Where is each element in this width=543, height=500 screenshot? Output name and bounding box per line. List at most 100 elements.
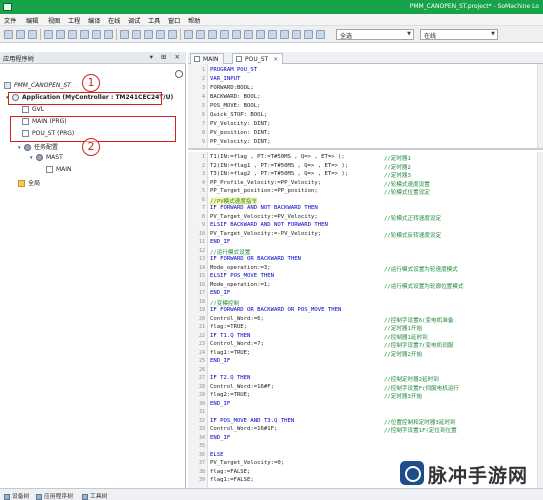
application-tree-icon (36, 493, 42, 500)
code-editor: MAIN POU_ST ✕ 1 PROGRAM POU_ST 2 VAR_INPUT 3 … (188, 52, 543, 488)
line-number: 35 (198, 443, 205, 449)
print-icon[interactable] (4, 30, 13, 39)
menu-help[interactable]: 帮助 (188, 16, 200, 25)
declaration-editor[interactable]: 1 PROGRAM POU_ST 2 VAR_INPUT 3 FORWARD:BOOL;… (188, 64, 543, 150)
code-line: IF POS_MOVE AND T3.Q THEN (210, 417, 295, 424)
vertical-scrollbar[interactable] (537, 152, 543, 488)
code-comment: //控制字设置F(伺服电机运行 (384, 385, 460, 392)
delete-icon[interactable] (104, 30, 113, 39)
code-comment: //控制字设置7(变电机伺服 (384, 343, 454, 349)
menu-edit[interactable]: 编辑 (26, 16, 38, 25)
login-icon[interactable] (156, 30, 165, 39)
vertical-scrollbar[interactable] (537, 64, 543, 148)
search-icon[interactable] (175, 70, 183, 78)
save-icon[interactable] (16, 30, 25, 39)
tab-device-tree[interactable]: 设备树 (4, 491, 29, 500)
tree-item-label: 全局 (28, 180, 41, 187)
network-icon[interactable] (316, 30, 325, 39)
cut-icon[interactable] (68, 30, 77, 39)
tree-item-label: MAST (46, 154, 63, 161)
tab-application-tree[interactable]: 应用程序树 (36, 491, 73, 500)
code-comment: //运行模式设置为轮廓位置模式 (384, 283, 464, 290)
menu-debug[interactable]: 调试 (128, 16, 140, 25)
tree-item-label: 任务配置 (34, 144, 59, 151)
start-icon[interactable] (184, 30, 193, 39)
code-line: END_IF (210, 400, 231, 407)
editor-tab-bar: MAIN POU_ST ✕ (188, 52, 543, 64)
line-number: 36 (198, 451, 205, 458)
redo-icon[interactable] (56, 30, 65, 39)
undo-icon[interactable] (44, 30, 53, 39)
logout-icon[interactable] (168, 30, 177, 39)
line-number: 25 (198, 358, 205, 364)
open-icon[interactable] (28, 30, 37, 39)
line-number: 39 (198, 477, 205, 483)
line-number: 31 (198, 409, 205, 415)
monitor-icon[interactable] (244, 30, 253, 39)
copy-icon[interactable] (80, 30, 89, 39)
tree-item-global[interactable]: 全局 (18, 178, 40, 188)
stop-icon[interactable] (196, 30, 205, 39)
tree-item-label: GVL (32, 106, 45, 113)
line-number: 18 (198, 298, 205, 305)
trace-icon[interactable] (280, 30, 289, 39)
folder-icon (18, 180, 25, 187)
tree-item-mast-main[interactable]: MAIN (46, 166, 72, 176)
menu-bar: 文件 编辑 视图 工程 编译 在线 调试 工具 窗口 帮助 (0, 14, 543, 26)
settings-icon[interactable] (292, 30, 301, 39)
code-line: ELSIF POS_MOVE THEN (210, 273, 274, 279)
line-number: 8 (201, 213, 205, 220)
line-number: 19 (198, 307, 205, 313)
menu-window[interactable]: 窗口 (168, 16, 180, 25)
code-line: T3(IN:=flag2 , PT:=T#50MS , Q=> , ET=> )… (210, 171, 349, 177)
pane-controls[interactable]: ▾ ⊞ ✕ (150, 53, 183, 61)
tools-tree-icon (82, 493, 88, 500)
tab-main[interactable]: MAIN (190, 53, 224, 64)
tree-item-mast[interactable]: ▾ MAST (30, 154, 63, 164)
implementation-editor[interactable]: 1 T1(IN:=flag , PT:=T#50MS , Q=> , ET=> )… (188, 152, 543, 488)
tree-item-project[interactable]: PMM_CANOPEN_ST (4, 82, 71, 92)
line-number: 3 (201, 85, 205, 91)
write-icon[interactable] (268, 30, 277, 39)
code-line: Control_Word:=16#F; (210, 383, 274, 390)
tree-item-task-config[interactable]: ▾ 任务配置 (18, 142, 58, 152)
tab-tools-tree[interactable]: 工具树 (82, 491, 107, 500)
pane-title: 应用程序树 (3, 56, 34, 63)
gvl-icon (22, 106, 29, 113)
code-line: flag1:=FALSE; (210, 477, 254, 483)
paste-icon[interactable] (92, 30, 101, 39)
force-icon[interactable] (256, 30, 265, 39)
bookmark-icon[interactable] (132, 30, 141, 39)
code-line: //运行模式设置 (210, 249, 251, 256)
find-icon[interactable] (120, 30, 129, 39)
online-combo-value: 在线 (424, 33, 437, 40)
window-title: PMM_CANOPEN_ST.project* - SoMachine Lo (409, 3, 539, 10)
online-combo[interactable]: 在线 ▼ (420, 29, 498, 40)
code-comment: //位置控制和定时器3延时到 (384, 419, 456, 426)
close-icon[interactable]: ✕ (273, 56, 278, 63)
menu-view[interactable]: 视图 (48, 16, 60, 25)
tab-pou-st[interactable]: POU_ST ✕ (232, 53, 284, 64)
toolbar-separator (116, 29, 117, 40)
tree-item-gvl[interactable]: GVL (22, 106, 44, 116)
build-icon[interactable] (144, 30, 153, 39)
code-comment: //定时器3开始 (384, 394, 423, 400)
step-icon[interactable] (220, 30, 229, 39)
code-line: //PV模式速度指令 (210, 196, 258, 205)
line-number: 13 (198, 256, 205, 262)
reset-icon[interactable] (208, 30, 217, 39)
menu-tools[interactable]: 工具 (148, 16, 160, 25)
menu-project[interactable]: 工程 (68, 16, 80, 25)
breakpoint-icon[interactable] (232, 30, 241, 39)
menu-file[interactable]: 文件 (4, 16, 16, 25)
project-icon (4, 82, 11, 89)
code-comment: //定时器3 (384, 173, 411, 179)
device-icon[interactable] (304, 30, 313, 39)
menu-online[interactable]: 在线 (108, 16, 120, 25)
code-line: ELSIF BACKWARD AND NOT FORWARD THEN (210, 222, 328, 228)
line-number: 4 (201, 94, 205, 100)
line-number: 37 (198, 460, 205, 466)
menu-build[interactable]: 编译 (88, 16, 100, 25)
code-line: IF FORWARD OR BACKWARD THEN (210, 256, 301, 262)
config-combo[interactable]: 全选 ▼ (336, 29, 414, 40)
